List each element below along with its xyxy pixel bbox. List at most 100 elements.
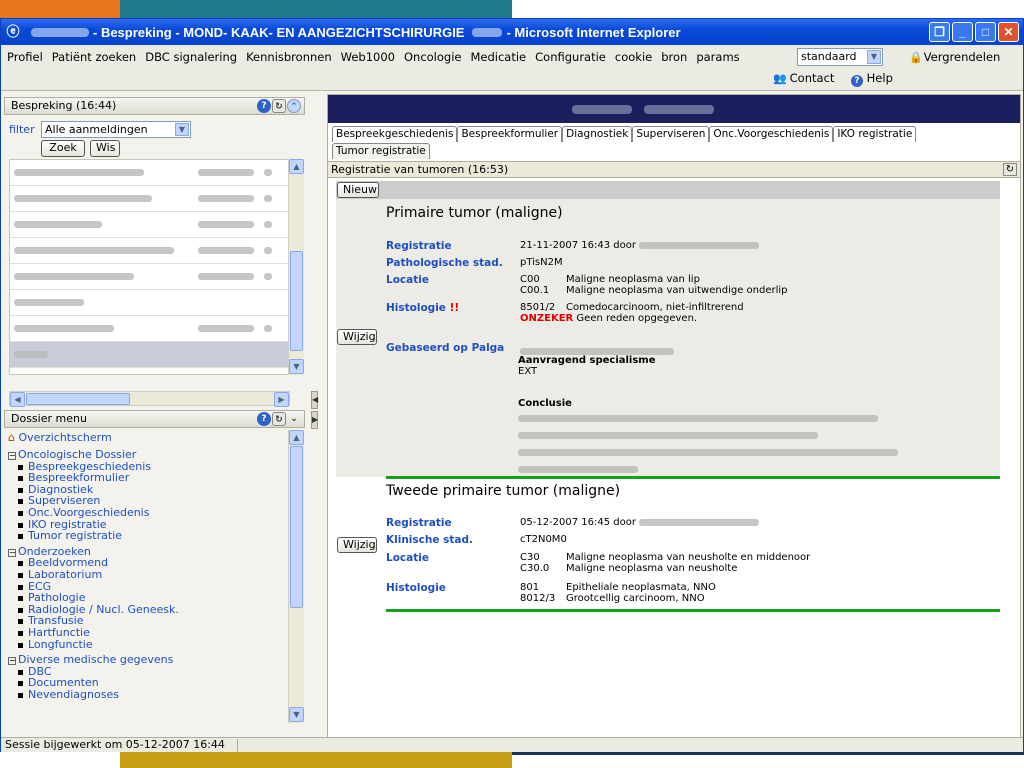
search-button[interactable]: Zoek: [41, 140, 85, 157]
tumor-1-loc-text1: Maligne neoplasma van lip: [566, 274, 700, 285]
menu-item-bron[interactable]: bron: [661, 50, 687, 64]
scroll-right-icon[interactable]: ▶: [274, 392, 289, 407]
chevron-down-icon: ▼: [175, 123, 189, 136]
filter-row: filter Alle aanmeldingen ▼: [9, 121, 209, 139]
tumor-1-divider: [386, 476, 1000, 479]
tumor-2-hist-code2: 8012/3: [520, 593, 556, 604]
menu-item-medicatie[interactable]: Medicatie: [470, 50, 526, 64]
expand-right-icon[interactable]: ▶: [311, 411, 318, 429]
edit-tumor-2-button[interactable]: Wijzig: [337, 537, 377, 553]
window-titlebar[interactable]: ⓔ - Bespreking - MOND- KAAK- EN AANGEZIC…: [1, 19, 1023, 45]
help-link[interactable]: ? Help: [851, 71, 893, 87]
collapse-icon[interactable]: −: [8, 657, 16, 666]
scroll-up-icon[interactable]: ▲: [289, 430, 304, 445]
tab-iko-registratie[interactable]: IKO registratie: [833, 126, 917, 142]
patient-list-hscrollbar[interactable]: ◀ ▶: [9, 391, 290, 407]
status-text: Sessie bijgewerkt om 05-12-2007 16:44: [5, 738, 225, 751]
overview-link[interactable]: ⌂ Overzichtscherm: [8, 431, 290, 445]
tree-section-header[interactable]: − Oncologische Dossier: [8, 449, 290, 461]
menu-item-oncologie[interactable]: Oncologie: [404, 50, 462, 64]
minimize-button[interactable]: _: [952, 22, 973, 42]
panel-splitter[interactable]: ◀ ▶: [310, 91, 320, 751]
collapse-icon[interactable]: −: [8, 452, 16, 460]
tumor-2-reg-label: Registratie: [386, 517, 452, 529]
status-separator: [237, 739, 238, 752]
list-item[interactable]: [10, 238, 289, 264]
tree-section-header[interactable]: − Diverse medische gegevens: [8, 654, 290, 666]
collapse-icon[interactable]: −: [8, 548, 16, 557]
scroll-down-icon[interactable]: ▼: [289, 359, 304, 374]
tab-superviseren[interactable]: Superviseren: [632, 126, 710, 142]
list-item[interactable]: [10, 212, 289, 238]
collapse-icon[interactable]: ⌃: [287, 99, 301, 113]
menu-item-params[interactable]: params: [696, 50, 739, 64]
tab-onc-voorgeschiedenis[interactable]: Onc.Voorgeschiedenis: [709, 126, 834, 142]
contact-link[interactable]: 👥 Contact: [773, 71, 834, 85]
refresh-icon[interactable]: ↻: [272, 412, 286, 426]
refresh-icon[interactable]: ↻: [272, 99, 286, 113]
dossier-item-nevendiagnoses[interactable]: Nevendiagnoses: [8, 689, 290, 701]
patient-info-redacted: [572, 105, 632, 114]
scroll-thumb[interactable]: [290, 446, 303, 608]
refresh-icon[interactable]: ↻: [1003, 163, 1017, 176]
expand-icon[interactable]: ⌄: [287, 412, 301, 426]
menu-item-kennisbronnen[interactable]: Kennisbronnen: [246, 50, 332, 64]
tab-tumor-registratie[interactable]: Tumor registratie: [332, 143, 430, 159]
new-button[interactable]: Nieuw: [337, 182, 379, 198]
scroll-thumb[interactable]: [290, 251, 303, 351]
menu-item-configuratie[interactable]: Configuratie: [535, 50, 606, 64]
dossier-item-onc-voorgeschiedenis[interactable]: Onc.Voorgeschiedenis: [8, 507, 290, 519]
dossier-item-pathologie[interactable]: Pathologie: [8, 592, 290, 604]
list-item[interactable]: [10, 316, 289, 342]
tab-bespreekgeschiedenis[interactable]: Bespreekgeschiedenis: [332, 126, 458, 142]
collapse-left-icon[interactable]: ◀: [311, 391, 318, 409]
tumor-2-loc-text2: Maligne neoplasma van neusholte: [566, 563, 738, 574]
tree-sections: − Oncologische Dossier Bespreekgeschiedeni…: [8, 449, 290, 700]
list-item[interactable]: [10, 160, 289, 186]
patient-list-scrollbar[interactable]: ▲ ▼: [288, 159, 304, 375]
scroll-left-icon[interactable]: ◀: [10, 392, 25, 407]
dossier-menu-scrollbar[interactable]: ▲ ▼: [288, 430, 304, 723]
tree-section-oncologische-dossier: − Oncologische Dossier Bespreekgeschiedeni…: [8, 449, 290, 542]
list-item-selected[interactable]: [10, 342, 289, 368]
dossier-item-longfunctie[interactable]: Longfunctie: [8, 638, 290, 651]
patient-name-redacted: [31, 27, 89, 37]
filter-select[interactable]: Alle aanmeldingen ▼: [41, 121, 191, 138]
help-icon[interactable]: ?: [257, 412, 271, 426]
bespreking-panel-header: Bespreking (16:44) ? ↻ ⌃: [4, 97, 305, 115]
list-item[interactable]: [10, 290, 289, 316]
dossier-item-tumor-registratie[interactable]: Tumor registratie: [8, 530, 290, 542]
menu-item-web1000[interactable]: Web1000: [341, 50, 395, 64]
lock-button[interactable]: 🔒 Vergrendelen: [909, 50, 1000, 64]
help-label: Help: [866, 71, 893, 85]
tumor-1-hist-label: Histologie !!: [386, 302, 459, 314]
help-icon[interactable]: ?: [257, 99, 271, 113]
dossier-item-laboratorium[interactable]: Laboratorium: [8, 569, 290, 581]
background-yellow-bar: [120, 752, 512, 768]
tumor-1-reg-value: 21-11-2007 16:43 door: [520, 240, 760, 251]
edit-tumor-1-button[interactable]: Wijzig: [337, 329, 377, 345]
scroll-down-icon[interactable]: ▼: [289, 707, 304, 722]
dossier-item-hartfunctie[interactable]: Hartfunctie: [8, 627, 290, 639]
scroll-up-icon[interactable]: ▲: [289, 159, 304, 174]
profile-select[interactable]: standaard ▼: [797, 48, 883, 66]
menu-item-patient-zoeken[interactable]: Patiënt zoeken: [52, 50, 136, 64]
menu-item-dbc-signalering[interactable]: DBC signalering: [145, 50, 237, 64]
menu-item-profiel[interactable]: Profiel: [7, 50, 43, 64]
tab-diagnostiek[interactable]: Diagnostiek: [562, 126, 633, 142]
filter-select-value: Alle aanmeldingen: [45, 123, 148, 136]
list-item[interactable]: [10, 186, 289, 212]
ie-icon: ⓔ: [6, 24, 20, 39]
menu-item-cookie[interactable]: cookie: [615, 50, 652, 64]
clear-button[interactable]: Wis: [90, 140, 120, 157]
tab-bespreekformulier[interactable]: Bespreekformulier: [457, 126, 563, 142]
list-item[interactable]: [10, 264, 289, 290]
patient-id-redacted: [472, 27, 503, 37]
hscroll-thumb[interactable]: [26, 393, 130, 405]
filter-label: filter: [9, 123, 35, 136]
close-button[interactable]: ✕: [998, 22, 1019, 42]
maximize-button[interactable]: □: [975, 22, 996, 42]
tumor-1-uncertain: ONZEKER Geen reden opgegeven.: [520, 313, 697, 324]
bespreking-title: Bespreking (16:44): [11, 99, 117, 112]
restore-window-icon[interactable]: ❐: [929, 22, 950, 42]
